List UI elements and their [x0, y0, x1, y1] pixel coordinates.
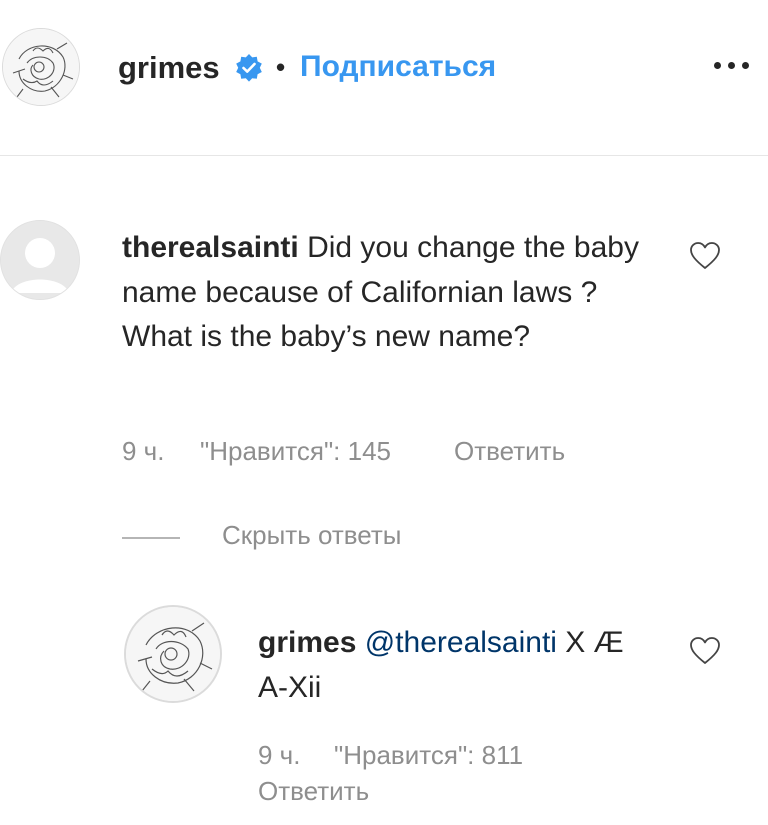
- separator-dot: •: [276, 52, 286, 82]
- comment-time[interactable]: 9 ч.: [122, 436, 164, 467]
- reply-likes[interactable]: "Нравится": 811: [334, 740, 523, 771]
- profile-avatar[interactable]: [2, 28, 80, 106]
- more-options-icon[interactable]: [712, 62, 752, 72]
- avatar-sketch-icon: [3, 29, 79, 105]
- header-divider: [0, 155, 768, 156]
- heart-outline-icon[interactable]: [689, 241, 721, 271]
- heart-outline-icon[interactable]: [689, 636, 721, 666]
- reply-body: grimes @therealsainti X Æ A-Xii: [258, 621, 658, 710]
- reply-mention-link[interactable]: @therealsainti: [365, 626, 557, 659]
- hide-replies-line: [122, 537, 180, 539]
- comment-username[interactable]: therealsainti: [122, 231, 299, 264]
- comment-avatar[interactable]: [0, 220, 80, 300]
- reply-username[interactable]: grimes: [258, 626, 356, 659]
- comment-reply-button[interactable]: Ответить: [454, 436, 565, 467]
- reply-avatar[interactable]: [124, 605, 222, 703]
- avatar-sketch-icon: [126, 607, 220, 701]
- reply-reply-button[interactable]: Ответить: [258, 776, 369, 807]
- default-avatar-icon: [1, 221, 79, 299]
- header-username[interactable]: grimes: [118, 50, 220, 86]
- follow-button[interactable]: Подписаться: [300, 50, 496, 84]
- comment-likes[interactable]: "Нравится": 145: [200, 436, 391, 467]
- comment-body: therealsainti Did you change the baby na…: [122, 226, 662, 360]
- hide-replies-button[interactable]: Скрыть ответы: [222, 520, 402, 551]
- reply-time[interactable]: 9 ч.: [258, 740, 300, 771]
- verified-badge-icon: [236, 54, 262, 82]
